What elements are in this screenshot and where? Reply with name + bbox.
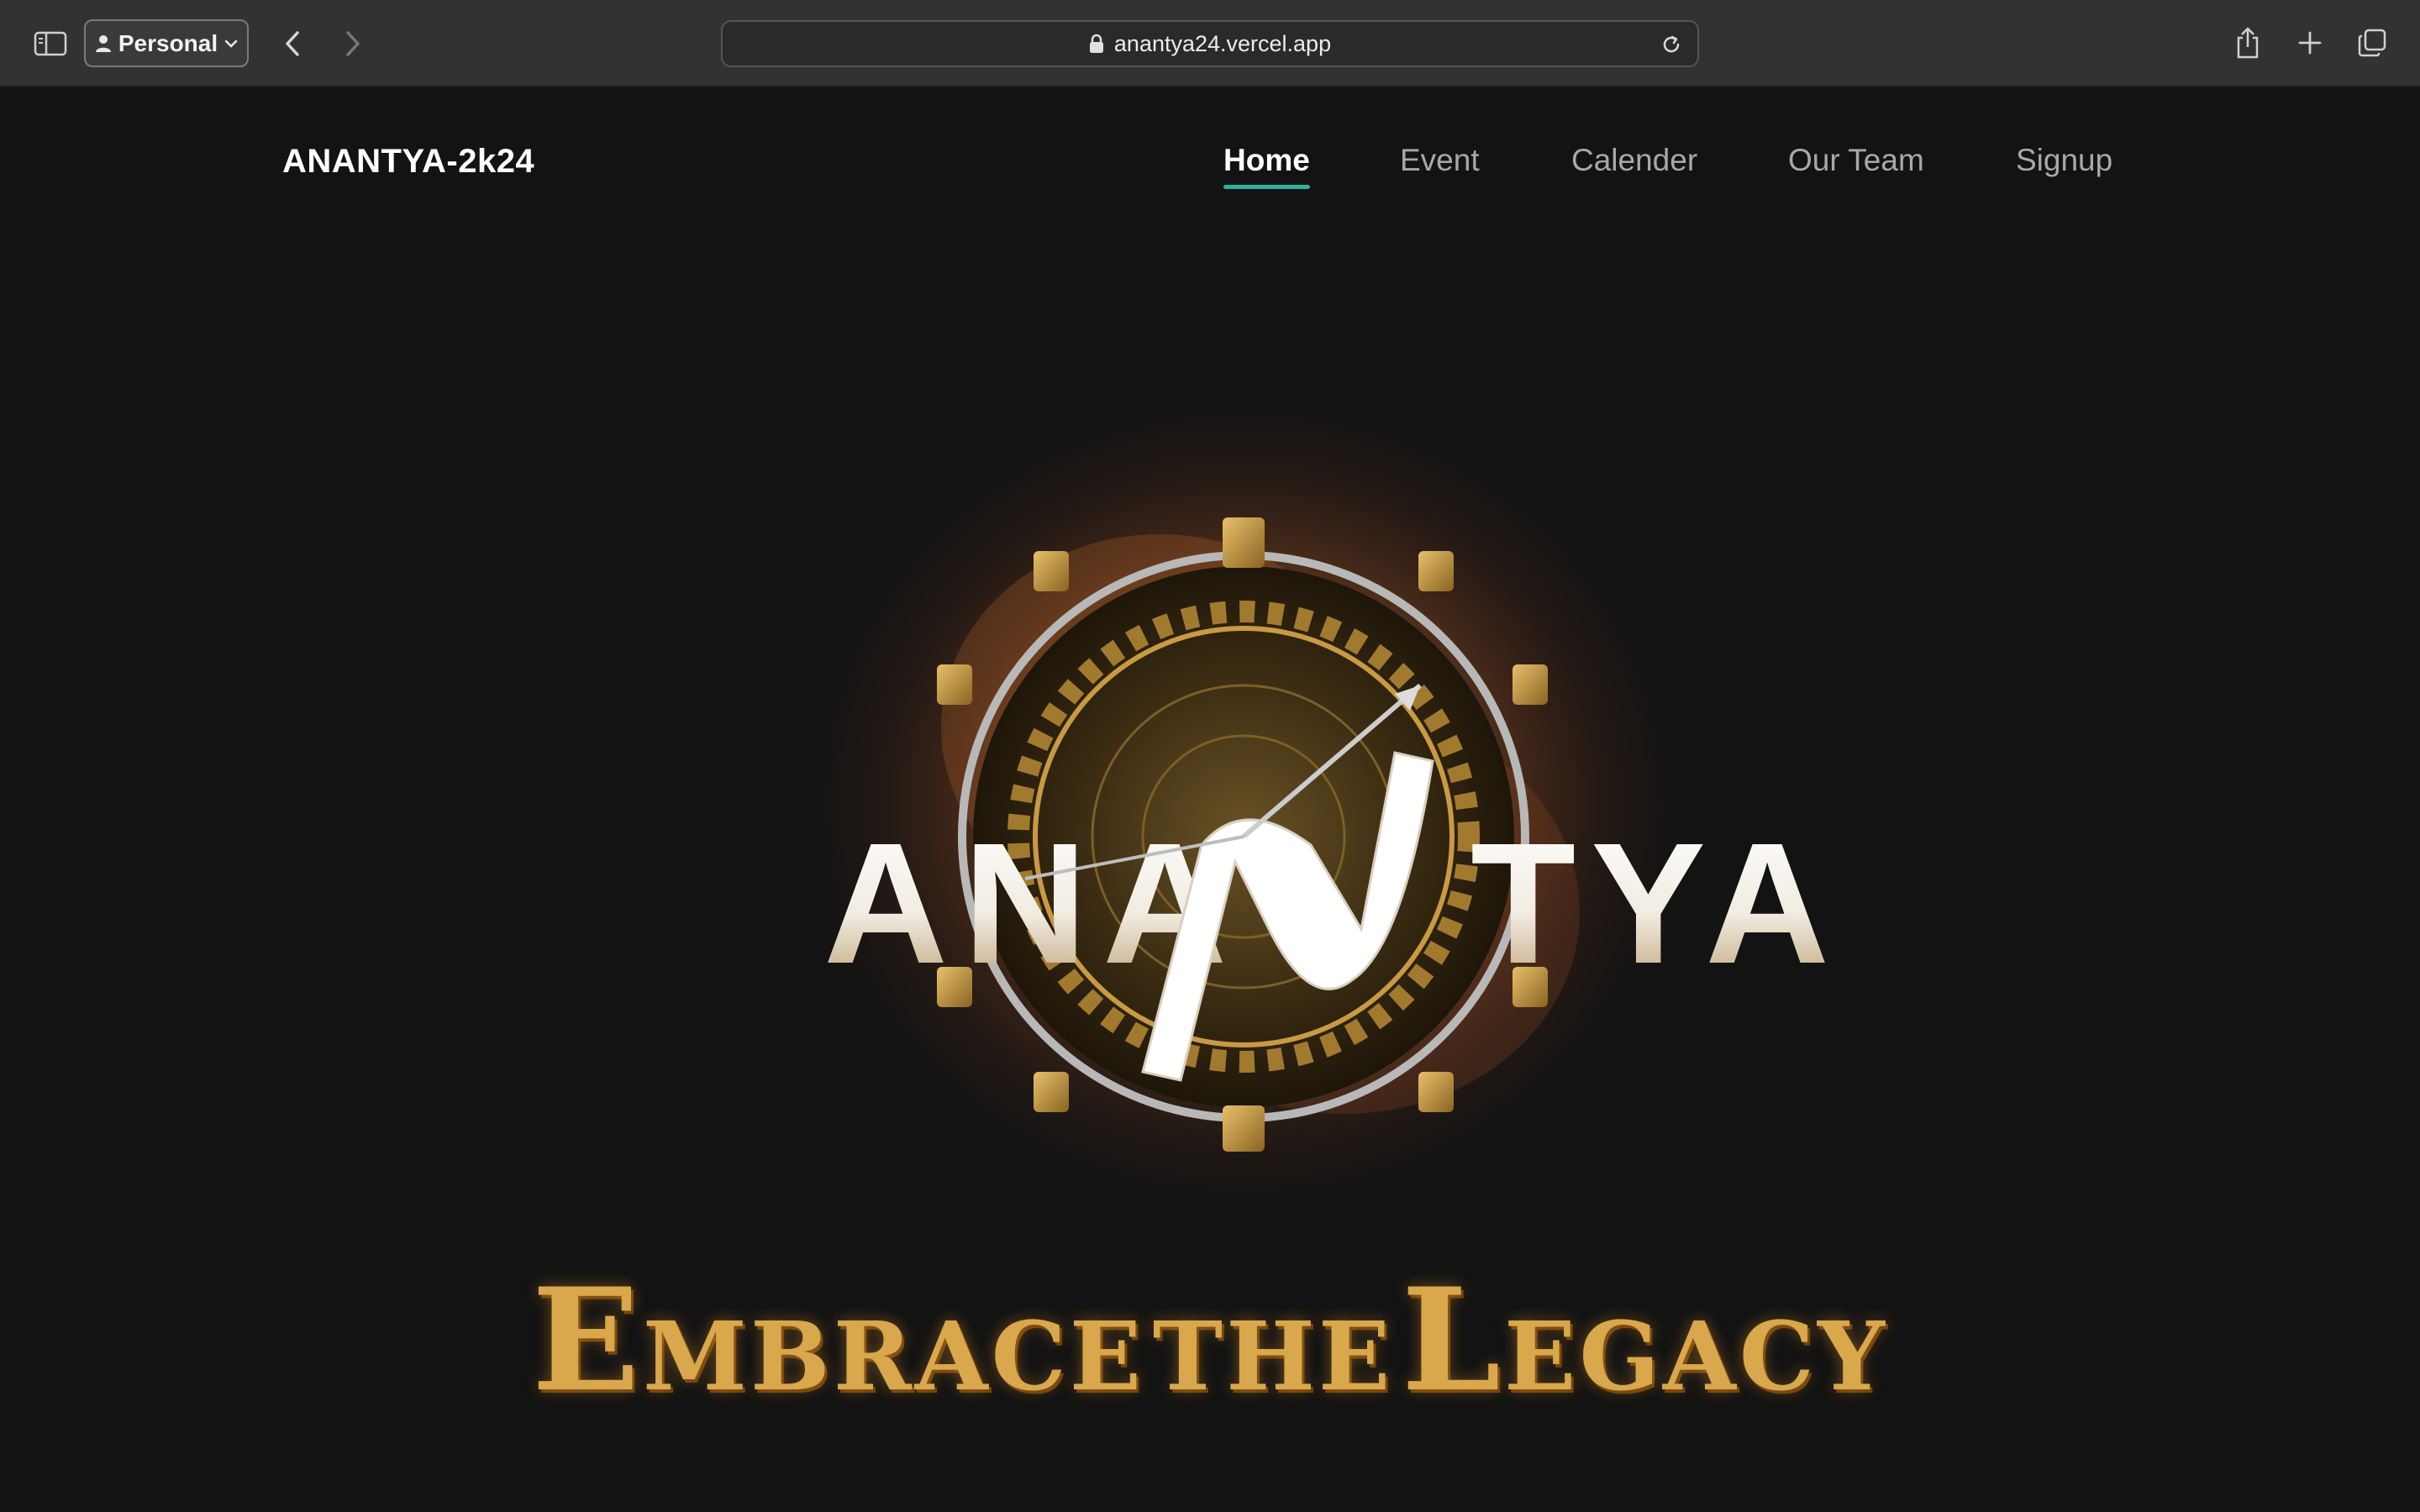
page-content: ANANTYA-2k24 Home Event Calender Our Tea… <box>0 89 2420 1512</box>
nav-label: Our Team <box>1788 143 1924 177</box>
nav-label: Event <box>1400 143 1480 177</box>
plus-icon <box>2298 31 2322 55</box>
sidebar-icon <box>34 31 67 56</box>
nav-label: Signup <box>2016 143 2113 177</box>
nav-label: Home <box>1223 143 1310 177</box>
sidebar-toggle-button[interactable] <box>30 25 71 62</box>
profile-label: Personal <box>118 29 218 56</box>
nav-item-calender[interactable]: Calender <box>1571 143 1697 178</box>
url-text: anantya24.vercel.app <box>1113 30 1332 56</box>
nav-item-signup[interactable]: Signup <box>2016 143 2112 178</box>
back-icon <box>286 31 299 56</box>
nav-item-home[interactable]: Home <box>1223 143 1310 189</box>
reload-icon <box>1663 35 1680 53</box>
tagline-e: E <box>531 1257 644 1423</box>
address-bar[interactable]: anantya24.vercel.app <box>721 20 1699 67</box>
new-tab-button[interactable] <box>2289 22 2331 64</box>
reload-button[interactable] <box>1659 32 1684 57</box>
tabs-overview-icon <box>2358 29 2386 57</box>
share-button[interactable] <box>2227 22 2269 64</box>
lock-icon <box>1089 34 1103 53</box>
forward-icon <box>346 31 360 56</box>
share-icon <box>2237 27 2259 59</box>
logo-text-right: TYA <box>1470 807 1844 1000</box>
person-icon <box>95 34 111 52</box>
browser-toolbar: Personal anantya24.vercel.app <box>0 0 2420 87</box>
tagline-egacy: EGACY <box>1503 1302 1888 1412</box>
anantya-hero-logo: ANA TYA <box>773 375 1844 1240</box>
nav-item-event[interactable]: Event <box>1400 143 1480 178</box>
forward-button[interactable] <box>333 24 373 64</box>
tab-overview-button[interactable] <box>2351 22 2393 64</box>
site-logo-title[interactable]: ANANTYA-2k24 <box>282 143 534 181</box>
nav-label: Calender <box>1571 143 1698 177</box>
tagline-l: L <box>1401 1257 1504 1423</box>
tagline-the: THE <box>1152 1302 1394 1412</box>
active-underline <box>1223 185 1310 189</box>
profile-button[interactable]: Personal <box>84 19 249 67</box>
back-button[interactable] <box>272 24 313 64</box>
chevron-down-icon <box>224 39 238 48</box>
hero-tagline: EMBRACE THE LEGACY <box>0 1257 2420 1423</box>
tagline-mbrace: MBRACE <box>643 1302 1145 1412</box>
nav-item-our-team[interactable]: Our Team <box>1788 143 1924 178</box>
